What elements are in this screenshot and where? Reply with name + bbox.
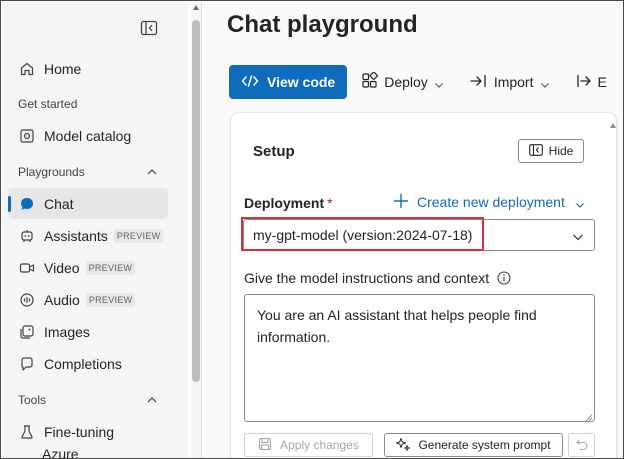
- create-new-deployment-label: Create new deployment: [417, 193, 565, 210]
- sidebar-item-azure[interactable]: Azure: [8, 446, 168, 459]
- scroll-up-arrow-icon[interactable]: [193, 5, 199, 10]
- divider: [201, 2, 202, 458]
- instructions-label-text: Give the model instructions and context: [244, 270, 490, 286]
- deploy-icon: [361, 71, 379, 92]
- sidebar-item-label: Completions: [44, 355, 122, 372]
- collapse-sidebar-icon[interactable]: [140, 20, 158, 36]
- sidebar-scrollbar[interactable]: [191, 2, 201, 458]
- sidebar-item-label: Fine-tuning: [44, 423, 115, 440]
- main-content: Chat playground View code Deploy Import …: [203, 2, 623, 458]
- chevron-down-icon: [540, 77, 550, 88]
- apply-changes-button[interactable]: Apply changes: [244, 433, 373, 457]
- deploy-label: Deploy: [384, 74, 428, 90]
- section-get-started: Get started: [18, 94, 158, 114]
- sidebar-item-video[interactable]: Video PREVIEW: [8, 252, 168, 283]
- import-icon: [470, 74, 488, 91]
- chevron-down-icon: [575, 197, 585, 208]
- export-button[interactable]: E: [568, 65, 615, 99]
- instructions-label: Give the model instructions and context: [244, 270, 511, 286]
- save-icon: [258, 437, 272, 454]
- sidebar-item-label: Video: [44, 259, 80, 276]
- toolbar: View code Deploy Import E: [229, 64, 623, 100]
- sidebar-item-assistants[interactable]: Assistants PREVIEW: [8, 220, 168, 251]
- section-heading: Get started: [18, 97, 78, 111]
- sidebar-item-label: Images: [44, 323, 90, 340]
- scroll-up-arrow-icon[interactable]: [610, 123, 616, 128]
- setup-title: Setup: [253, 143, 295, 160]
- setup-panel: Setup Hide Deployment * Create new deploy…: [231, 113, 616, 458]
- sidebar-item-label: Assistants: [44, 227, 108, 244]
- hide-button[interactable]: Hide: [518, 139, 584, 163]
- sidebar-item-completions[interactable]: Completions: [8, 348, 168, 379]
- section-heading: Playgrounds: [18, 165, 85, 179]
- chevron-down-icon: [434, 77, 444, 88]
- home-icon: [18, 60, 36, 78]
- preview-badge: PREVIEW: [113, 228, 164, 243]
- chevron-up-icon: [146, 166, 158, 178]
- generate-system-prompt-label: Generate system prompt: [418, 438, 551, 452]
- deploy-button[interactable]: Deploy: [353, 65, 452, 99]
- chat-icon: [18, 195, 36, 213]
- sidebar: Home Get started Model catalog Playgroun…: [2, 2, 188, 459]
- sidebar-item-label: Audio: [44, 291, 80, 308]
- section-heading: Tools: [18, 393, 47, 407]
- page-title: Chat playground: [227, 11, 418, 38]
- preview-badge: PREVIEW: [85, 292, 136, 307]
- plus-icon: [393, 193, 409, 210]
- generate-system-prompt-button[interactable]: Generate system prompt: [384, 433, 563, 457]
- sparkle-icon: [396, 437, 411, 454]
- import-label: Import: [493, 74, 534, 90]
- create-new-deployment-link[interactable]: Create new deployment: [393, 193, 585, 210]
- code-icon: [241, 74, 259, 91]
- info-icon[interactable]: [497, 271, 511, 285]
- chevron-down-icon: [572, 230, 584, 242]
- hide-label: Hide: [548, 144, 574, 158]
- section-tools[interactable]: Tools: [18, 390, 158, 410]
- deployment-label: Deployment *: [244, 195, 333, 211]
- sidebar-item-model-catalog[interactable]: Model catalog: [8, 120, 168, 151]
- export-icon: [576, 74, 592, 91]
- highlight-box: [241, 217, 484, 251]
- view-code-label: View code: [267, 74, 336, 90]
- import-button[interactable]: Import: [462, 65, 558, 99]
- deployment-label-text: Deployment: [244, 195, 325, 211]
- completions-icon: [18, 355, 36, 373]
- apply-changes-label: Apply changes: [280, 438, 359, 452]
- sidebar-item-label: Azure: [42, 446, 79, 459]
- undo-button[interactable]: [568, 433, 595, 457]
- sidebar-item-images[interactable]: Images: [8, 316, 168, 347]
- chevron-up-icon: [146, 394, 158, 406]
- collapse-panel-icon: [528, 143, 543, 159]
- sidebar-item-label: Home: [44, 60, 82, 77]
- view-code-button[interactable]: View code: [229, 65, 348, 99]
- undo-icon: [575, 437, 589, 454]
- system-message-textarea[interactable]: You are an AI assistant that helps peopl…: [244, 294, 595, 422]
- assistants-icon: [18, 227, 36, 245]
- main-scrollbar[interactable]: [608, 117, 618, 457]
- resize-grip-icon[interactable]: [583, 409, 593, 422]
- sidebar-item-label: Chat: [44, 195, 74, 212]
- export-label: E: [597, 74, 607, 90]
- model-catalog-icon: [18, 127, 36, 145]
- images-icon: [18, 323, 36, 341]
- sidebar-item-label: Model catalog: [44, 127, 132, 144]
- sidebar-item-fine-tuning[interactable]: Fine-tuning: [8, 416, 168, 447]
- section-playgrounds[interactable]: Playgrounds: [18, 162, 158, 182]
- sidebar-item-chat[interactable]: Chat: [8, 188, 168, 219]
- sidebar-item-home[interactable]: Home: [8, 53, 168, 84]
- audio-icon: [18, 291, 36, 309]
- preview-badge: PREVIEW: [85, 260, 136, 275]
- app-window: Home Get started Model catalog Playgroun…: [0, 0, 624, 459]
- scrollbar-thumb[interactable]: [192, 20, 200, 382]
- video-icon: [18, 259, 36, 277]
- required-marker: *: [327, 195, 333, 211]
- sidebar-item-audio[interactable]: Audio PREVIEW: [8, 284, 168, 315]
- fine-tuning-icon: [18, 423, 36, 441]
